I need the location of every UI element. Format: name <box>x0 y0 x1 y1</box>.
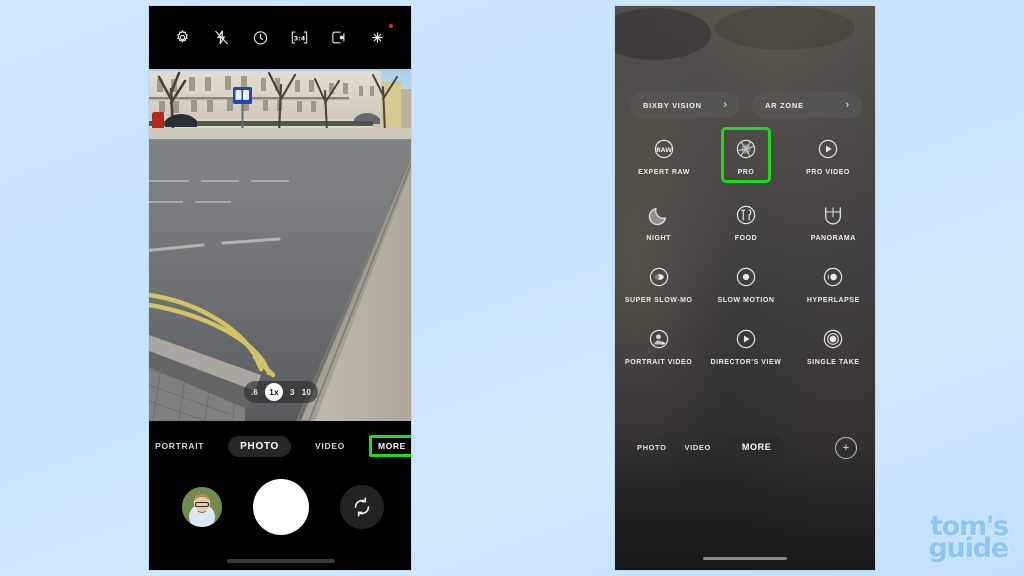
mode-label: PANORAMA <box>810 235 856 242</box>
mode-grid-row: SUPER SLOW-MO SLOW MOTION HYPERLAPSE <box>615 264 875 304</box>
aspect-ratio-icon[interactable]: 3:4 <box>289 27 311 49</box>
portrait-video-icon <box>646 326 672 352</box>
mode-label: SUPER SLOW-MO <box>624 297 693 304</box>
mode-label: DIRECTOR'S VIEW <box>710 359 782 366</box>
mode-label: PORTRAIT VIDEO <box>625 359 693 366</box>
chevron-right-icon: › <box>723 98 727 111</box>
cutlery-icon <box>733 202 759 228</box>
mode-portrait-video[interactable]: PORTRAIT VIDEO <box>621 326 697 366</box>
chip-label: BIXBY VISION <box>643 100 702 110</box>
viewfinder-scene <box>149 69 411 421</box>
mode-label: HYPERLAPSE <box>806 297 860 304</box>
zoom-option-3[interactable]: 10 <box>302 388 311 397</box>
home-indicator <box>227 559 335 563</box>
svg-text:RAW: RAW <box>656 147 672 154</box>
mode-label: PRO VIDEO <box>806 169 850 176</box>
chip-label: AR ZONE <box>765 100 804 110</box>
toms-guide-watermark: tom's guide <box>928 513 1010 564</box>
mode-tab-more[interactable]: MORE <box>369 435 411 457</box>
mode-label: PRO <box>737 169 755 176</box>
mode-directors-view[interactable]: DIRECTOR'S VIEW <box>708 326 784 366</box>
tab-video[interactable]: VIDEO <box>685 443 711 452</box>
shutter-button[interactable] <box>253 479 309 535</box>
single-take-icon <box>820 326 846 352</box>
mode-grid-row: RAW EXPERT RAW PRO PRO VIDEO <box>615 127 875 183</box>
filters-effects-icon[interactable] <box>367 23 393 49</box>
mode-grid-row: PORTRAIT VIDEO DIRECTOR'S VIEW SINGLE TA… <box>615 326 875 366</box>
mode-grid-row: NIGHT FOOD PANORAMA <box>615 202 875 242</box>
mode-expert-raw[interactable]: RAW EXPERT RAW <box>626 136 702 180</box>
right-phone-screenshot: BIXBY VISION › AR ZONE › RAW EXPERT RAW <box>614 5 876 571</box>
svg-text:3:4: 3:4 <box>294 34 306 42</box>
chip-ar-zone[interactable]: AR ZONE › <box>752 92 862 118</box>
mode-label: NIGHT <box>646 235 671 242</box>
camera-bottom-tabs: PHOTO VIDEO MORE + <box>615 431 875 463</box>
mode-tab-video[interactable]: VIDEO <box>307 437 353 455</box>
mode-hyperlapse[interactable]: HYPERLAPSE <box>795 264 871 304</box>
mode-tab-photo[interactable]: PHOTO <box>228 435 292 457</box>
home-indicator <box>703 557 787 560</box>
mode-tab-portrait[interactable]: PORTRAIT <box>149 437 212 455</box>
panorama-icon <box>820 202 846 228</box>
mode-panorama[interactable]: PANORAMA <box>795 202 871 242</box>
aperture-icon <box>733 136 759 162</box>
gallery-thumbnail[interactable] <box>182 487 222 527</box>
camera-viewfinder[interactable]: .6 1x 3 10 <box>149 69 411 421</box>
add-mode-button[interactable]: + <box>835 437 857 459</box>
mode-single-take[interactable]: SINGLE TAKE <box>795 326 871 366</box>
slow-motion-icon <box>733 264 759 290</box>
camera-mode-strip: PORTRAIT PHOTO VIDEO MORE <box>149 421 411 471</box>
mode-super-slow-mo[interactable]: SUPER SLOW-MO <box>621 264 697 304</box>
mode-pro[interactable]: PRO <box>721 127 771 183</box>
zoom-level-selector[interactable]: .6 1x 3 10 <box>243 381 319 403</box>
timer-icon[interactable] <box>250 27 272 49</box>
watermark-line-2: guide <box>928 532 1010 564</box>
zoom-option-2[interactable]: 3 <box>290 388 295 397</box>
mode-label: SINGLE TAKE <box>807 359 860 366</box>
mode-label: SLOW MOTION <box>717 297 775 304</box>
switch-camera-button[interactable] <box>340 485 384 529</box>
tab-more[interactable]: MORE <box>728 436 785 458</box>
chevron-right-icon: › <box>845 98 849 111</box>
raw-icon: RAW <box>651 136 677 162</box>
zoom-option-0[interactable]: .6 <box>251 388 258 397</box>
play-circle-icon <box>815 136 841 162</box>
notification-dot <box>388 23 393 28</box>
camera-shutter-row <box>149 471 411 570</box>
camera-mode-grid: RAW EXPERT RAW PRO PRO VIDEO NIGHT FOOD … <box>615 127 875 388</box>
special-modes-chips: BIXBY VISION › AR ZONE › <box>615 92 875 118</box>
mode-label: FOOD <box>734 235 758 242</box>
left-phone-screenshot: 3:4 .6 1x 3 10 PORTRAIT PHOTO VIDEO MORE <box>148 5 412 571</box>
mode-night[interactable]: NIGHT <box>621 202 697 242</box>
moon-icon <box>646 202 672 228</box>
directors-view-icon <box>733 326 759 352</box>
mode-slow-motion[interactable]: SLOW MOTION <box>708 264 784 304</box>
hyperlapse-icon <box>820 264 846 290</box>
mode-label: EXPERT RAW <box>638 169 690 176</box>
flash-off-icon[interactable] <box>211 27 233 49</box>
chip-bixby-vision[interactable]: BIXBY VISION › <box>630 92 740 118</box>
camera-top-toolbar: 3:4 <box>149 6 411 69</box>
motion-photo-icon[interactable] <box>328 27 350 49</box>
super-slow-mo-icon <box>646 264 672 290</box>
settings-gear-icon[interactable] <box>172 27 194 49</box>
mode-food[interactable]: FOOD <box>708 202 784 242</box>
tab-photo[interactable]: PHOTO <box>637 443 667 452</box>
mode-pro-video[interactable]: PRO VIDEO <box>790 136 866 180</box>
zoom-option-1[interactable]: 1x <box>265 383 284 401</box>
